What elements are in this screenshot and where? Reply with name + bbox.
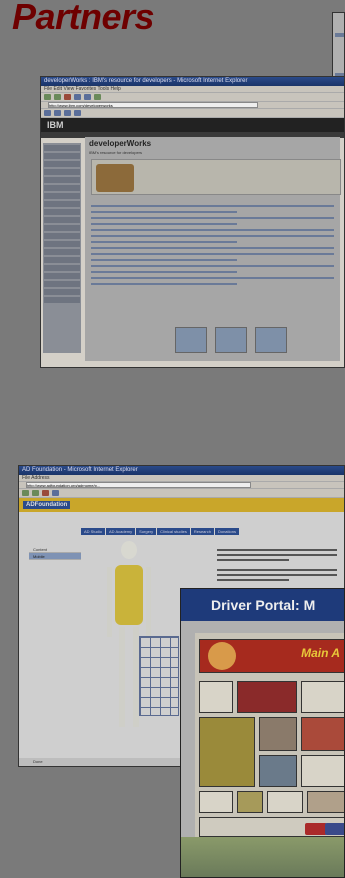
page-subtitle: IBM's resource for developers [89, 150, 143, 155]
toolbar[interactable] [19, 489, 344, 498]
side-item-selected[interactable]: Mobile [29, 553, 81, 560]
driver-portal-window[interactable]: Driver Portal: M Main A [180, 588, 345, 878]
left-nav[interactable] [43, 143, 81, 353]
forward-icon[interactable] [54, 94, 61, 100]
tile[interactable] [237, 681, 297, 713]
tile[interactable] [301, 755, 344, 787]
window-title: AD Foundation - Microsoft Internet Explo… [19, 466, 344, 475]
page-title: developerWorks [89, 139, 152, 148]
address-input[interactable] [48, 102, 258, 108]
mascot-icon [208, 642, 236, 670]
menu-bar[interactable]: File Edit View Favorites Tools Help [41, 86, 344, 93]
tile[interactable] [199, 717, 255, 787]
tab[interactable]: Donations [214, 528, 239, 535]
tab[interactable]: AD Academy [106, 528, 136, 535]
address-input[interactable] [26, 482, 252, 488]
side-item[interactable]: Content [29, 546, 81, 553]
spotlight-feature[interactable] [91, 159, 341, 195]
portal-header: Driver Portal: M [181, 589, 344, 621]
slide-title: Partners [12, 0, 155, 37]
toolbar[interactable] [41, 93, 344, 102]
tab[interactable]: AD Studio [81, 528, 106, 535]
nav-tabs[interactable]: AD Studio AD Academy Surgery Clinical st… [81, 528, 239, 535]
back-icon[interactable] [44, 94, 51, 100]
side-nav[interactable]: Content Mobile [29, 546, 81, 560]
truck-icon[interactable] [325, 823, 344, 835]
instruction-text [217, 546, 337, 584]
window-title: developerWorks : IBM's resource for deve… [41, 77, 344, 86]
truck-icon[interactable] [305, 823, 327, 835]
tile[interactable] [237, 791, 263, 813]
site-logo[interactable]: ADFoundation [23, 501, 71, 509]
tab[interactable]: Surgery [136, 528, 157, 535]
links-bar[interactable] [41, 109, 344, 118]
tile[interactable] [199, 791, 233, 813]
tile[interactable] [267, 791, 303, 813]
article-links[interactable] [91, 201, 334, 289]
tab[interactable]: Clinical studies [157, 528, 190, 535]
tile[interactable] [301, 681, 344, 713]
search-icon[interactable] [94, 94, 101, 100]
address-bar[interactable] [19, 482, 344, 489]
footer-photo [181, 837, 344, 877]
tile[interactable] [259, 717, 297, 751]
favorites-icon[interactable] [52, 490, 59, 496]
refresh-icon[interactable] [74, 94, 81, 100]
tile[interactable] [199, 681, 233, 713]
forward-icon[interactable] [32, 490, 39, 496]
tile[interactable] [307, 791, 344, 813]
tile[interactable] [301, 717, 344, 751]
address-bar[interactable] [41, 102, 344, 109]
banner[interactable]: Main A [199, 639, 344, 673]
tile[interactable] [259, 755, 297, 787]
site-header: ADFoundation [19, 498, 344, 512]
portal-body: Main A [195, 633, 344, 869]
developerworks-window[interactable]: developerWorks : IBM's resource for deve… [40, 76, 345, 368]
back-icon[interactable] [22, 490, 29, 496]
promo-cards[interactable] [175, 327, 287, 353]
grid-overlay [139, 636, 179, 716]
stop-icon[interactable] [64, 94, 71, 100]
main-content: developerWorks IBM's resource for develo… [85, 137, 341, 361]
tab[interactable]: Research [190, 528, 214, 535]
menu-bar[interactable]: File Address [19, 475, 344, 482]
stop-icon[interactable] [42, 490, 49, 496]
ibm-logo[interactable]: IBM [41, 118, 344, 132]
feature-image [96, 164, 134, 192]
banner-text: Main A [301, 646, 340, 660]
home-icon[interactable] [84, 94, 91, 100]
